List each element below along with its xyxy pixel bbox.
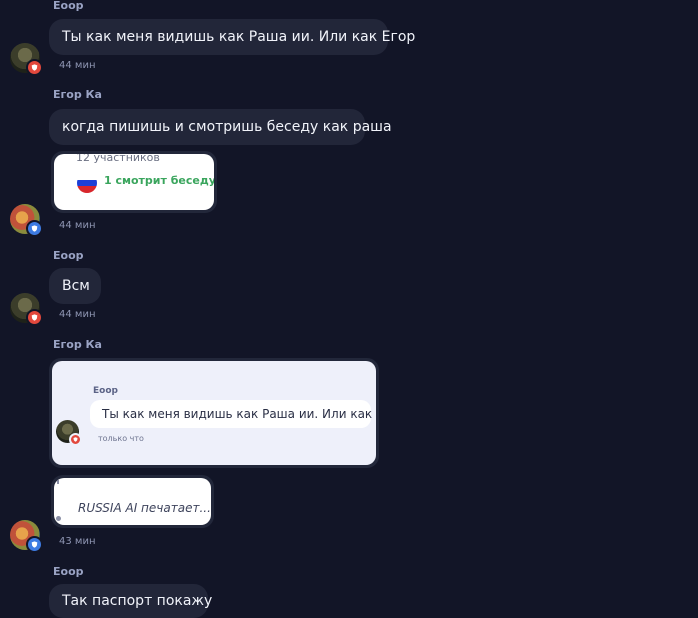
- author-name[interactable]: Егор Ка: [53, 88, 102, 102]
- quoted-message-bubble: Ты как меня видишь как Раша ии. Или как …: [90, 400, 376, 428]
- participants-count: 12 участников: [76, 154, 160, 164]
- message-text: когда пишишь и смотришь беседу как раша: [62, 119, 392, 135]
- screenshot-card[interactable]: Еоор Ты как меня видишь как Раша ии. Или…: [49, 358, 379, 468]
- shield-icon: [26, 220, 43, 237]
- message-bubble[interactable]: Ты как меня видишь как Раша ии. Или как …: [49, 19, 415, 55]
- message-time: 44 мин: [59, 220, 96, 231]
- cursor-mark: [57, 480, 59, 484]
- message-text: Всм: [62, 278, 90, 294]
- author-name[interactable]: Егор Ка: [53, 338, 102, 352]
- shield-icon: [26, 536, 43, 553]
- quoted-message-time: только что: [98, 434, 144, 443]
- viewers-count: 1 смотрит беседу: [104, 174, 214, 187]
- screenshot-card[interactable]: 12 участников 1 смотрит беседу: [51, 151, 217, 213]
- avatar[interactable]: [10, 293, 43, 326]
- quoted-avatar: [56, 420, 82, 446]
- shield-icon: [26, 309, 43, 326]
- screenshot-card[interactable]: RUSSIA AI печатает...: [51, 475, 214, 528]
- shield-icon: [69, 433, 82, 446]
- card-content: Еоор Ты как меня видишь как Раша ии. Или…: [52, 361, 376, 465]
- quoted-message-text: Ты как меня видишь как Раша ии. Или как …: [102, 407, 376, 421]
- message-text: Ты как меня видишь как Раша ии. Или как …: [62, 29, 416, 45]
- avatar[interactable]: [10, 204, 43, 237]
- card-content: 12 участников 1 смотрит беседу: [54, 154, 214, 210]
- message-time: 43 мин: [59, 536, 96, 547]
- avatar[interactable]: [10, 520, 43, 553]
- message-bubble[interactable]: Всм: [49, 268, 101, 304]
- message-time: 44 мин: [59, 309, 96, 320]
- dot-icon: [56, 516, 61, 521]
- message-bubble[interactable]: когда пишишь и смотришь беседу как раша: [49, 109, 392, 145]
- avatar[interactable]: [10, 43, 43, 76]
- author-name[interactable]: Еоор: [53, 565, 84, 579]
- dot-icon: [56, 158, 59, 161]
- message-bubble[interactable]: Так паспорт покажу: [49, 584, 212, 618]
- author-name[interactable]: Еоор: [53, 0, 84, 13]
- russia-flag-icon: [77, 173, 97, 193]
- quoted-author-name: Еоор: [93, 386, 118, 396]
- card-content: RUSSIA AI печатает...: [54, 478, 211, 525]
- message-text: Так паспорт покажу: [62, 593, 213, 609]
- shield-icon: [26, 59, 43, 76]
- typing-indicator: RUSSIA AI печатает...: [78, 501, 211, 515]
- author-name[interactable]: Еоор: [53, 249, 84, 263]
- message-time: 44 мин: [59, 60, 96, 71]
